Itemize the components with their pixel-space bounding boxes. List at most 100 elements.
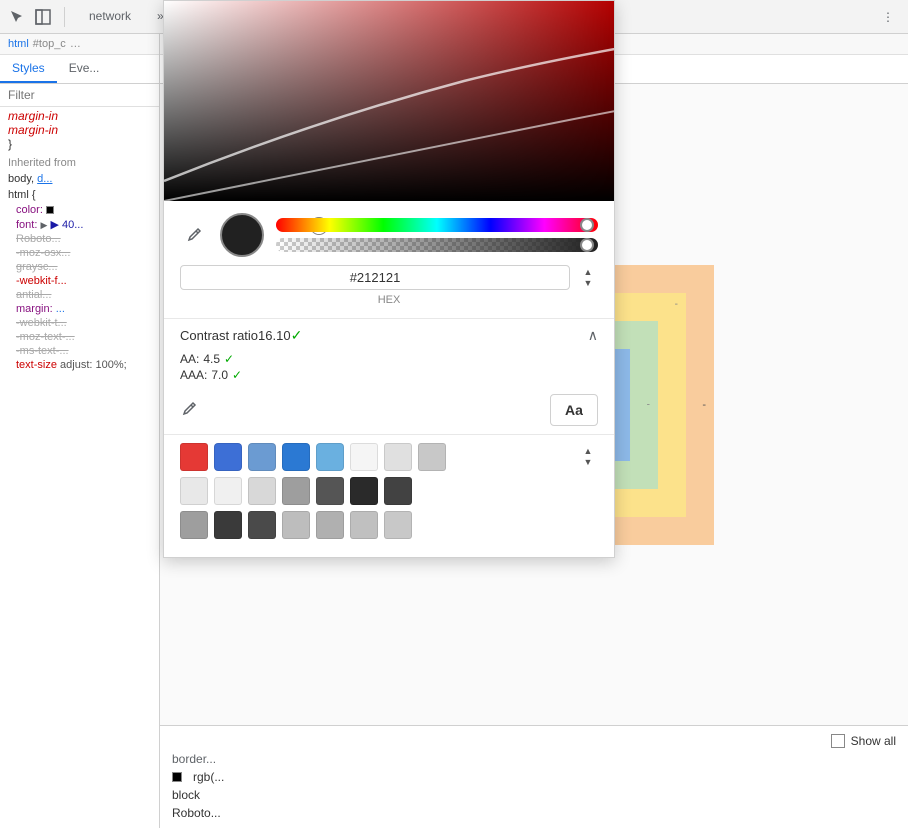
computed-rgb-row: rgb(...: [172, 770, 896, 784]
show-all-label: Show all: [851, 734, 896, 748]
swatch-dark-2[interactable]: [350, 477, 378, 505]
contrast-value: 16.10: [258, 328, 291, 343]
swatch-mix-6[interactable]: [350, 511, 378, 539]
divider: [64, 7, 65, 27]
prop-webkit-t: -webkit-t...: [0, 316, 159, 330]
swatch-blue-4[interactable]: [316, 443, 344, 471]
hex-input-wrap: [180, 265, 570, 290]
aa-aaa-row: AA: 4.5 ✓ AAA: 7.0 ✓: [164, 348, 614, 390]
hex-input[interactable]: [189, 270, 561, 285]
margin-right-value: -: [702, 399, 706, 411]
prop-text-size: text-size adjust: 100%;: [0, 358, 159, 372]
body-link[interactable]: d...: [37, 173, 52, 185]
aa-label: AA:: [180, 352, 199, 366]
styles-scroll[interactable]: margin-in margin-in } Inherited from bod…: [0, 107, 159, 828]
color-picker-controls: ▲▼ HEX: [164, 201, 614, 318]
breadcrumb: html #top_c …: [0, 34, 159, 55]
swatch-gray-2[interactable]: [214, 477, 242, 505]
swatches-row-2: [180, 477, 598, 505]
swatch-blue-2[interactable]: [248, 443, 276, 471]
contrast-collapse-button[interactable]: ∧: [588, 327, 598, 344]
aaa-line: AAA: 7.0 ✓: [180, 368, 598, 382]
swatch-gray-4[interactable]: [282, 477, 310, 505]
html-selector: html {: [0, 187, 159, 203]
picker-main-row: [180, 213, 598, 257]
computed-rgb-val: rgb(...: [193, 770, 224, 784]
prop-moz-osx: -moz-osx...: [0, 246, 159, 260]
prop-moz-text: -moz-text-...: [0, 330, 159, 344]
swatch-dark-3[interactable]: [384, 477, 412, 505]
sliders-area: [276, 218, 598, 252]
hex-label: HEX: [180, 294, 598, 306]
contrast-check-icon: ✓: [291, 327, 303, 344]
computed-border-key: border...: [172, 752, 896, 766]
swatch-blue-1[interactable]: [214, 443, 242, 471]
aa-line: AA: 4.5 ✓: [180, 352, 598, 366]
hex-up-down[interactable]: ▲▼: [578, 267, 598, 289]
aa-preview-button[interactable]: Aa: [550, 394, 598, 426]
aa-value: 4.5: [203, 352, 220, 366]
computed-roboto-val: Roboto...: [172, 806, 221, 820]
aaa-label: AAA:: [180, 368, 207, 382]
padding-right-dash: -: [647, 399, 650, 410]
prop-font: font: ▶ ▶ 40...: [0, 217, 159, 232]
swatch-light-2[interactable]: [384, 443, 412, 471]
hue-slider[interactable]: [276, 218, 598, 232]
computed-block-row: block: [172, 788, 896, 802]
swatch-light-1[interactable]: [350, 443, 378, 471]
eyedropper-button[interactable]: [180, 221, 208, 249]
cursor-icon[interactable]: [8, 8, 26, 26]
swatch-mix-3[interactable]: [248, 511, 276, 539]
swatch-mix-7[interactable]: [384, 511, 412, 539]
hue-thumb: [580, 218, 594, 232]
computed-roboto-row: Roboto...: [172, 806, 896, 820]
filter-bar: [0, 84, 159, 107]
devtools-window: network » ⋮ html #top_c … Styles Eve...: [0, 0, 908, 828]
hex-row: ▲▼: [180, 265, 598, 290]
body-selector: body, d...: [0, 171, 159, 187]
swatches-section: ▲▼: [164, 434, 614, 557]
swatch-gray-3[interactable]: [248, 477, 276, 505]
color-gradient-canvas[interactable]: [164, 34, 614, 201]
style-prop-2: margin-in: [8, 123, 151, 137]
breadcrumb-top-c[interactable]: #top_c: [33, 38, 66, 50]
swatch-mix-1[interactable]: [180, 511, 208, 539]
swatch-gray-1[interactable]: [180, 477, 208, 505]
prop-antial: antial...: [0, 288, 159, 302]
color-swatch[interactable]: [46, 206, 54, 214]
main-layout: html #top_c … Styles Eve... margin-in ma…: [0, 34, 908, 828]
show-all-checkbox[interactable]: [831, 734, 845, 748]
aa-check-icon: ✓: [224, 352, 234, 366]
swatch-mix-4[interactable]: [282, 511, 310, 539]
triangle-icon: ▶: [40, 220, 47, 230]
prop-ms-text: -ms-text-...: [0, 344, 159, 358]
swatch-mix-2[interactable]: [214, 511, 242, 539]
color-picker-panel: ▲▼ HEX Contrast ratio 16.10 ✓ ∧ AA: 4.5 …: [163, 34, 615, 558]
prop-webkit-f: -webkit-f...: [0, 274, 159, 288]
tab-network[interactable]: network: [77, 5, 143, 29]
swatch-dark-1[interactable]: [316, 477, 344, 505]
swatch-mix-5[interactable]: [316, 511, 344, 539]
color-preview-circle: [220, 213, 264, 257]
swatches-up-down[interactable]: ▲▼: [578, 446, 598, 468]
right-bottom: Show all border... rgb(... block Roboto.…: [160, 725, 908, 828]
aaa-check-icon: ✓: [232, 368, 242, 382]
contrast-label: Contrast ratio: [180, 328, 258, 343]
swatch-red[interactable]: [180, 443, 208, 471]
contrast-ratio-row: Contrast ratio 16.10 ✓ ∧: [164, 318, 614, 348]
pick-color-button[interactable]: [180, 400, 198, 421]
alpha-slider[interactable]: [276, 238, 598, 252]
swatch-light-3[interactable]: [418, 443, 446, 471]
color-dot: [172, 772, 182, 782]
more-menu-button[interactable]: ⋮: [876, 5, 900, 29]
alpha-thumb: [580, 238, 594, 252]
layout-icon[interactable]: [34, 8, 52, 26]
tab-event-listeners[interactable]: Eve...: [57, 55, 112, 83]
breadcrumb-html[interactable]: html: [8, 38, 29, 50]
filter-input[interactable]: [8, 88, 151, 102]
style-brace: }: [8, 137, 151, 151]
tab-styles[interactable]: Styles: [0, 55, 57, 83]
aaa-value: 7.0: [211, 368, 228, 382]
prop-margin: margin: ...: [0, 302, 159, 316]
swatch-blue-3[interactable]: [282, 443, 310, 471]
